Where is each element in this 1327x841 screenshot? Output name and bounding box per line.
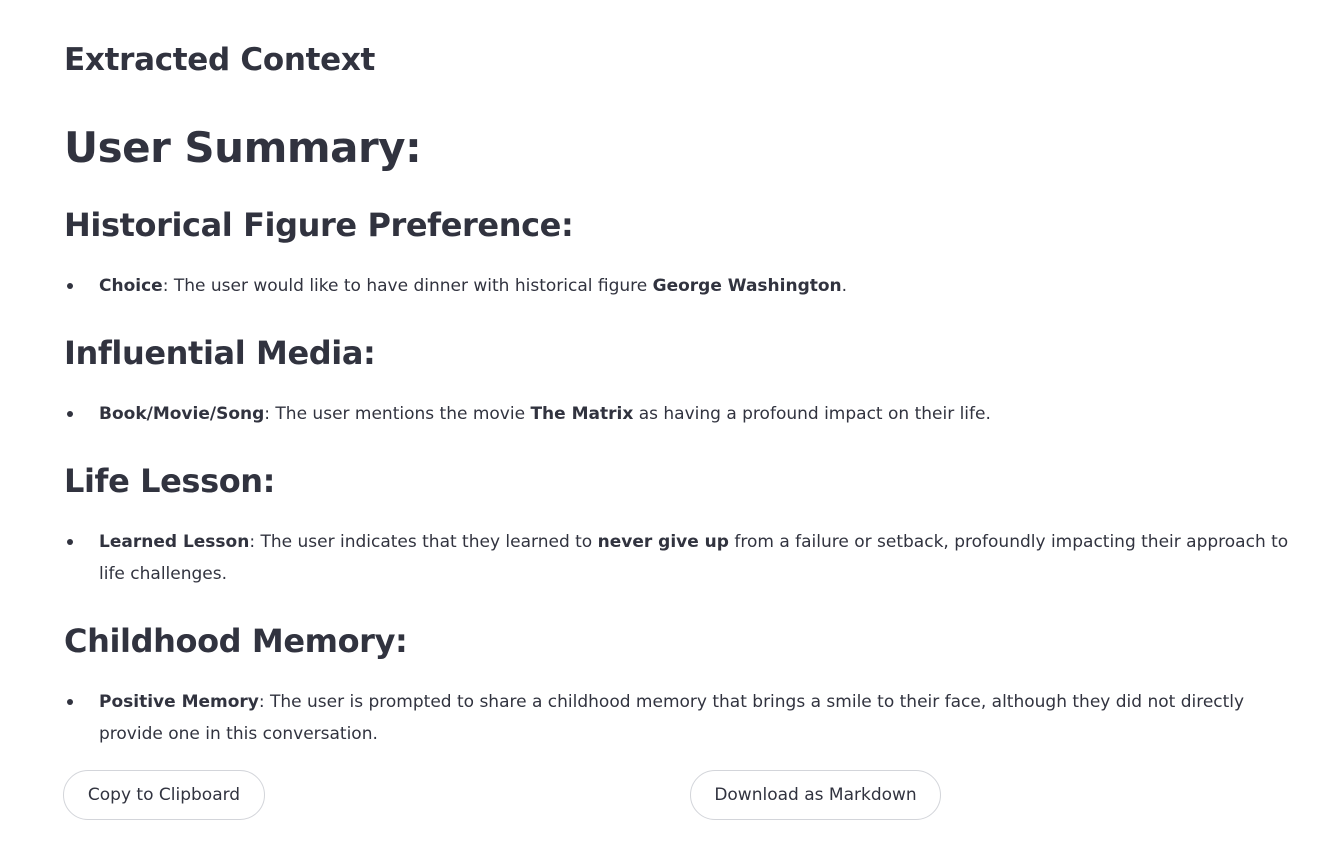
childhood-memory-list: Positive Memory: The user is prompted to… — [64, 686, 1309, 750]
historical-figure-list: Choice: The user would like to have dinn… — [64, 270, 1309, 302]
item-label: Positive Memory — [99, 692, 259, 712]
influential-media-list: Book/Movie/Song: The user mentions the m… — [64, 398, 1309, 430]
item-text: . — [841, 276, 848, 296]
item-text: as having a profound impact on their lif… — [633, 404, 991, 424]
item-text: : The user would like to have dinner wit… — [162, 276, 653, 296]
summary-title: User Summary: — [64, 123, 422, 172]
life-lesson-list: Learned Lesson: The user indicates that … — [64, 526, 1309, 590]
item-label: Learned Lesson — [99, 532, 250, 552]
bullet-icon — [67, 283, 73, 289]
list-item: Choice: The user would like to have dinn… — [64, 270, 1309, 302]
list-item: Book/Movie/Song: The user mentions the m… — [64, 398, 1309, 430]
item-highlight: The Matrix — [530, 404, 634, 424]
list-item: Positive Memory: The user is prompted to… — [64, 686, 1309, 750]
item-highlight: George Washington — [652, 276, 842, 296]
bullet-icon — [67, 411, 73, 417]
section-title-childhood-memory: Childhood Memory: — [64, 622, 408, 660]
section-title-influential-media: Influential Media: — [64, 334, 376, 372]
item-highlight: never give up — [597, 532, 729, 552]
list-item: Learned Lesson: The user indicates that … — [64, 526, 1309, 590]
copy-to-clipboard-button[interactable]: Copy to Clipboard — [63, 770, 265, 820]
item-label: Book/Movie/Song — [99, 404, 265, 424]
bullet-icon — [67, 699, 73, 705]
item-text: : The user indicates that they learned t… — [249, 532, 598, 552]
item-text: : The user mentions the movie — [264, 404, 531, 424]
bullet-icon — [67, 539, 73, 545]
item-label: Choice — [99, 276, 163, 296]
section-title-historical-figure: Historical Figure Preference: — [64, 206, 574, 244]
item-text: : The user is prompted to share a childh… — [99, 692, 1245, 744]
panel-title: Extracted Context — [64, 42, 376, 78]
download-markdown-button[interactable]: Download as Markdown — [690, 770, 941, 820]
section-title-life-lesson: Life Lesson: — [64, 462, 276, 500]
